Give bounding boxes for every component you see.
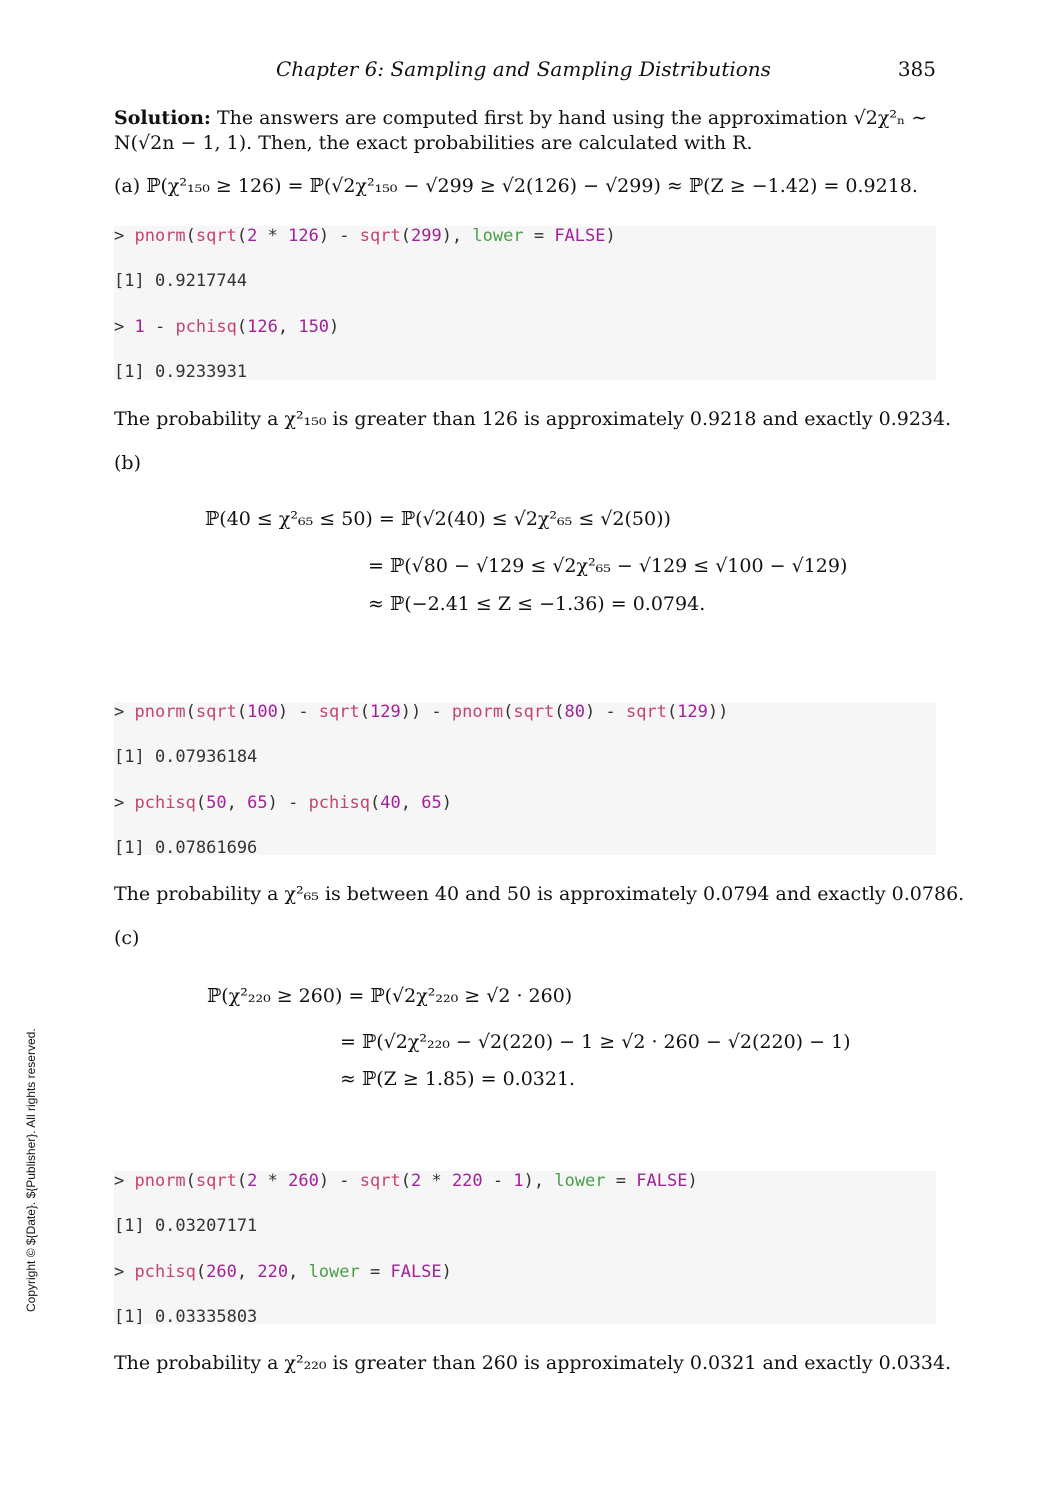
part-a-equation: (a) ℙ(χ²₁₅₀ ≥ 126) = ℙ(√2χ²₁₅₀ − √299 ≥ … [114, 175, 918, 197]
code-output: [1] 0.9233931 [114, 362, 248, 382]
code-line: > pnorm(sqrt(2 * 260) - sqrt(2 * 220 - 1… [114, 1171, 698, 1191]
part-c-eq2: = ℙ(√2χ²₂₂₀ − √2(220) − 1 ≥ √2 · 260 − √… [340, 1031, 851, 1053]
solution-intro-line2: N(√2n − 1, 1). Then, the exact probabili… [114, 132, 753, 154]
part-b-conclusion: The probability a χ²₆₅ is between 40 and… [114, 883, 965, 905]
part-c-eq3: ≈ ℙ(Z ≥ 1.85) = 0.0321. [340, 1068, 576, 1090]
code-block-a: > pnorm(sqrt(2 * 126) - sqrt(299), lower… [114, 226, 936, 382]
code-output: [1] 0.9217744 [114, 271, 248, 291]
part-b-eq2: = ℙ(√80 − √129 ≤ √2χ²₆₅ − √129 ≤ √100 − … [368, 555, 848, 577]
part-a-conclusion: The probability a χ²₁₅₀ is greater than … [114, 408, 952, 430]
copyright-sidebar: Copyright © ${Date}. ${Publisher}. All r… [24, 1028, 38, 1312]
part-c-conclusion: The probability a χ²₂₂₀ is greater than … [114, 1352, 952, 1374]
part-b-eq1: ℙ(40 ≤ χ²₆₅ ≤ 50) = ℙ(√2(40) ≤ √2χ²₆₅ ≤ … [205, 508, 671, 530]
code-line: > pnorm(sqrt(2 * 126) - sqrt(299), lower… [114, 226, 616, 246]
chapter-title: Chapter 6: Sampling and Sampling Distrib… [276, 57, 771, 81]
book-page: Chapter 6: Sampling and Sampling Distrib… [0, 0, 1050, 1500]
solution-intro-line1: Solution: The answers are computed first… [114, 106, 936, 131]
code-block-c: > pnorm(sqrt(2 * 260) - sqrt(2 * 220 - 1… [114, 1171, 936, 1327]
running-header: Chapter 6: Sampling and Sampling Distrib… [114, 57, 936, 83]
code-line: > pnorm(sqrt(100) - sqrt(129)) - pnorm(s… [114, 702, 729, 722]
code-line: > pchisq(50, 65) - pchisq(40, 65) [114, 793, 452, 813]
code-block-b: > pnorm(sqrt(100) - sqrt(129)) - pnorm(s… [114, 702, 936, 858]
code-line: > pchisq(260, 220, lower = FALSE) [114, 1262, 452, 1282]
solution-label: Solution: [114, 107, 211, 129]
part-c-eq1: ℙ(χ²₂₂₀ ≥ 260) = ℙ(√2χ²₂₂₀ ≥ √2 · 260) [207, 985, 573, 1007]
code-line: > 1 - pchisq(126, 150) [114, 317, 340, 337]
code-output: [1] 0.03335803 [114, 1307, 258, 1327]
part-b-label: (b) [114, 452, 141, 474]
code-output: [1] 0.07936184 [114, 747, 258, 767]
solution-intro-text: The answers are computed first by hand u… [216, 107, 928, 129]
part-b-eq3: ≈ ℙ(−2.41 ≤ Z ≤ −1.36) = 0.0794. [368, 593, 706, 615]
page-number: 385 [897, 57, 936, 81]
code-output: [1] 0.07861696 [114, 838, 258, 858]
part-c-label: (c) [114, 927, 140, 949]
code-output: [1] 0.03207171 [114, 1216, 258, 1236]
